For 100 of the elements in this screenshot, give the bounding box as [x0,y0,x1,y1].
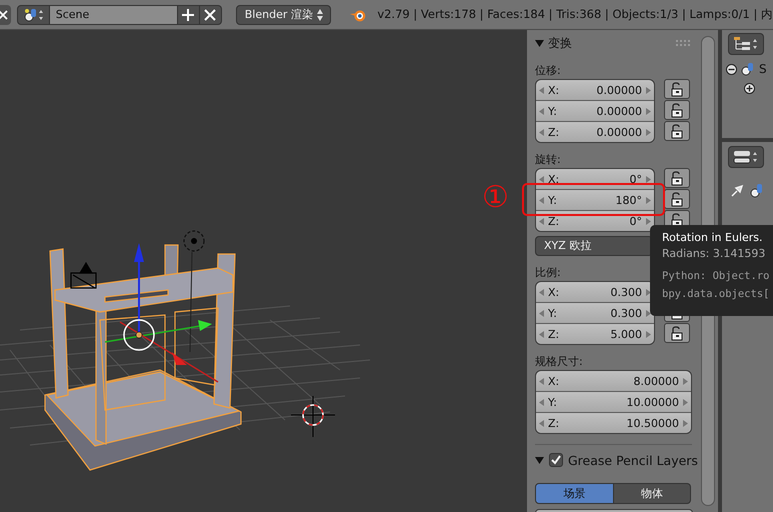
close-button[interactable] [0,4,11,24]
expand-icon [744,83,755,94]
outliner-icon [732,36,760,52]
checkbox[interactable] [549,453,563,467]
field-value: 8.00000 [634,374,679,388]
number-field[interactable]: X: 0.00000 [536,80,654,100]
up-down-arrow-icon [316,8,324,22]
left-arrow-icon[interactable] [539,398,544,406]
checkmark-icon [550,454,562,466]
tab[interactable]: 物体 [614,483,691,504]
field-value: 10.00000 [626,396,679,408]
field-value: 0.00000 [596,84,642,96]
right-arrow-icon[interactable] [646,288,651,296]
left-arrow-icon[interactable] [539,378,544,384]
close-icon [0,10,8,20]
axis-label: Z: [548,328,560,340]
scene-icon [22,6,44,22]
tooltip-text: Rotation in Eulers. [662,231,764,245]
axis-label: Y: [548,104,558,118]
number-field[interactable]: Y: 180° [536,189,654,210]
collapse-triangle-icon[interactable] [535,456,544,464]
number-field[interactable]: Z: 0° [536,210,654,231]
number-field[interactable]: Y: 0.00000 [536,100,654,121]
collapse-triangle-icon[interactable] [535,38,544,48]
tab[interactable]: 场景 [535,483,614,504]
add-scene-button[interactable] [178,4,200,24]
render-engine-dropdown[interactable]: Blender 渲染 [236,4,332,24]
lock-button[interactable] [664,121,690,141]
properties-icon [732,149,760,165]
number-field[interactable]: Z: 10.50000 [536,412,691,433]
scene-icon [740,61,756,77]
outliner-item[interactable]: S [759,62,767,76]
axis-label: X: [548,84,560,96]
tooltip-text: Radians: 3.141593 [662,246,766,262]
object-icon [750,182,764,198]
open-lock-icon [670,82,684,96]
right-arrow-icon[interactable] [646,310,651,316]
left-arrow-icon[interactable] [539,128,544,136]
editor-type-button[interactable] [728,146,764,168]
lock-button[interactable] [664,189,690,209]
left-arrow-icon[interactable] [539,288,544,296]
drag-handle-icon [676,40,690,46]
left-arrow-icon[interactable] [539,196,544,204]
plus-icon [182,8,194,20]
field-value: 0.00000 [596,104,642,118]
axis-label: Y: [548,396,558,408]
axis-label: Z: [548,126,560,138]
close-icon [204,8,216,20]
tooltip-text: bpy.data.objects[ [662,287,770,302]
callout-number: ① [482,181,509,215]
lock-button[interactable] [664,100,690,120]
3d-viewport[interactable] [0,30,527,512]
rotation-mode-dropdown[interactable]: XYZ 欧拉 [535,236,653,256]
scene-browse-button[interactable] [16,4,50,24]
field-value: 0° [630,214,642,228]
left-arrow-icon[interactable] [539,108,544,114]
number-field[interactable]: Z: 0.00000 [536,121,654,142]
section-label: 旋转: [535,153,561,166]
left-arrow-icon[interactable] [539,420,544,426]
left-arrow-icon[interactable] [539,176,544,182]
number-field[interactable]: X: 8.00000 [536,371,691,391]
left-arrow-icon[interactable] [539,218,544,224]
left-arrow-icon[interactable] [539,310,544,316]
left-arrow-icon[interactable] [539,330,544,338]
field-value: 5.000 [610,328,642,340]
open-lock-icon [670,102,684,118]
section-label: 位移: [535,64,561,77]
section-label: 规格尺寸: [535,355,583,368]
left-arrow-icon[interactable] [539,86,544,94]
scene-name-field[interactable]: Scene [50,4,178,24]
open-lock-icon [670,124,684,138]
axis-label: X: [548,374,560,388]
field-value: 10.50000 [626,416,679,430]
field-value: 180° [616,194,642,206]
panel-title[interactable]: 变换 [548,34,672,52]
axis-label: Y: [548,306,558,320]
axis-label: Z: [548,416,560,430]
pin-icon [730,182,746,198]
axis-label: X: [548,286,560,298]
panel-title[interactable]: Grease Pencil Layers [568,452,698,468]
number-field[interactable]: X: 0° [536,169,654,189]
delete-scene-button[interactable] [200,4,222,24]
open-lock-icon [670,170,684,186]
3d-cursor-icon [290,396,336,438]
number-field[interactable]: Z: 5.000 [536,323,654,344]
display-mode-button[interactable] [728,33,764,55]
3d-scene-drawing[interactable] [0,230,370,471]
open-lock-icon [670,192,684,206]
field-value: 0.300 [610,286,642,298]
number-field[interactable]: Y: 10.00000 [536,391,691,412]
field-value: 0.300 [610,306,642,320]
collapse-icon [726,64,737,74]
lock-button[interactable] [664,79,690,99]
lock-button[interactable] [664,168,690,188]
lock-button[interactable] [664,323,690,343]
number-field[interactable]: Y: 0.300 [536,302,654,323]
axis-label: Z: [548,214,560,228]
open-lock-icon [670,326,684,340]
axis-label: X: [548,172,560,186]
field-value: 0.00000 [596,126,642,138]
